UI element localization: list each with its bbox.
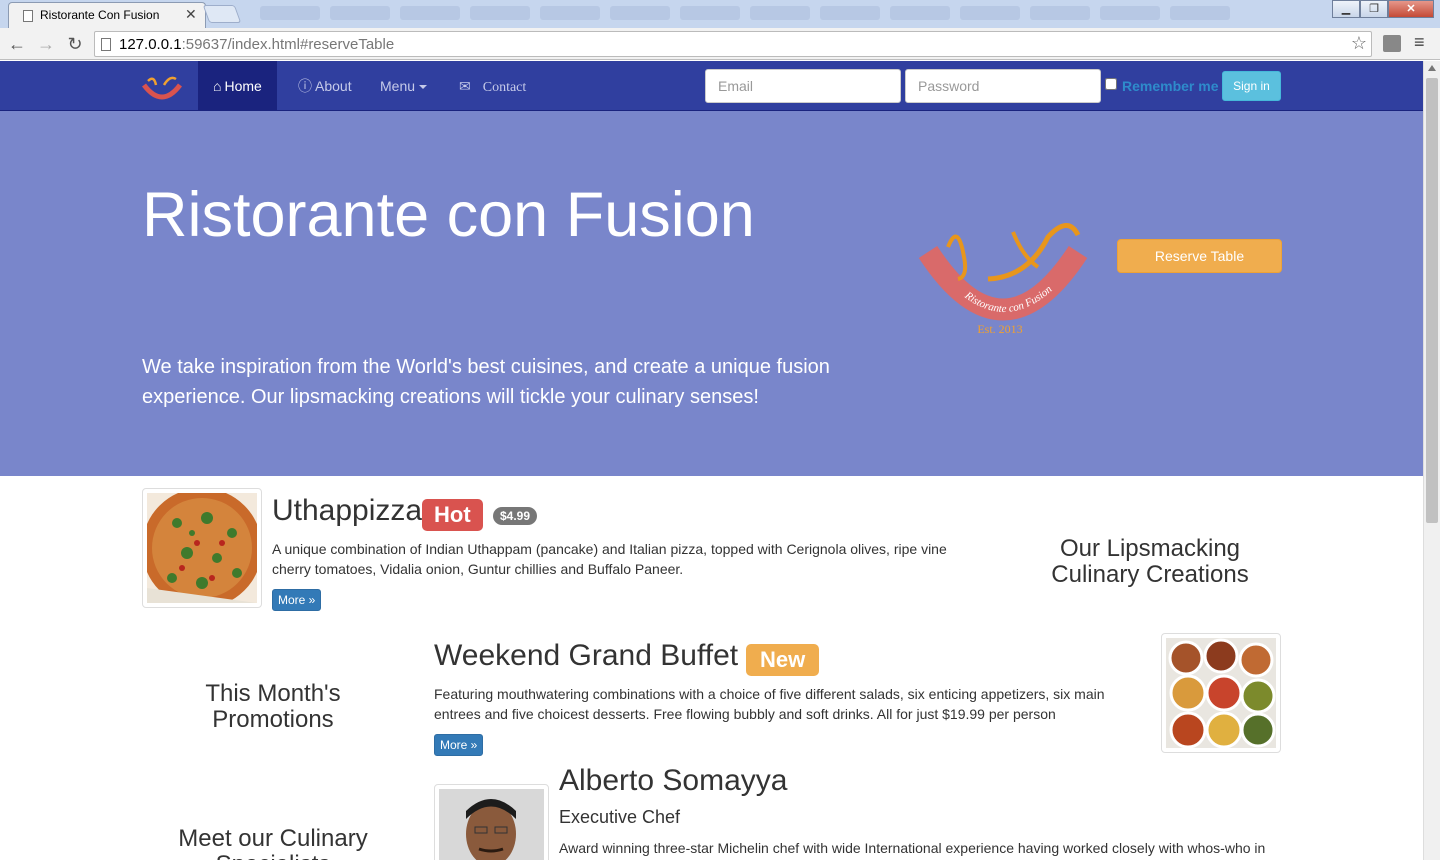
vertical-scrollbar[interactable]: [1423, 61, 1440, 860]
price-badge: $4.99: [493, 507, 538, 525]
hot-label: Hot: [422, 499, 483, 531]
background-tab[interactable]: [820, 6, 880, 20]
chef-photo: [434, 784, 549, 860]
nav-home[interactable]: ⌂ Home: [198, 61, 277, 111]
remember-me[interactable]: Remember me: [1105, 78, 1219, 94]
restaurant-logo: Ristorante con Fusion Est. 2013: [918, 223, 1088, 336]
new-tab-button[interactable]: [202, 5, 242, 23]
window-controls: ▁ ❐ ✕: [1332, 0, 1434, 20]
minimize-button[interactable]: ▁: [1332, 0, 1360, 18]
svg-text:Est. 2013: Est. 2013: [977, 322, 1022, 336]
browser-tabstrip: Ristorante Con Fusion ✕ ▁ ❐ ✕: [0, 0, 1440, 28]
forward-arrow-icon[interactable]: →: [35, 33, 57, 55]
more-button[interactable]: More »: [434, 734, 484, 756]
back-arrow-icon[interactable]: ←: [6, 33, 28, 55]
email-field[interactable]: [705, 69, 901, 103]
brand-logo[interactable]: [142, 73, 182, 103]
maximize-button[interactable]: ❐: [1360, 0, 1388, 18]
chef-title: Executive Chef: [559, 807, 681, 827]
buffet-image: [1161, 633, 1281, 753]
dish-description: A unique combination of Indian Uthappam …: [272, 541, 947, 577]
dish-name: Uthappizza: [272, 494, 423, 527]
page-title: Ristorante con Fusion: [142, 180, 755, 250]
promotion-description: Featuring mouthwatering combinations wit…: [434, 686, 1105, 722]
background-tab[interactable]: [260, 6, 320, 20]
jumbotron: Ristorante con Fusion We take inspiratio…: [0, 111, 1423, 476]
background-tab[interactable]: [610, 6, 670, 20]
browser-toolbar: ← → ↻ 127.0.0.1:59637/index.html#reserve…: [0, 28, 1440, 60]
extension-icon[interactable]: [1383, 35, 1401, 52]
more-button[interactable]: More »: [272, 589, 322, 611]
background-tab[interactable]: [330, 6, 390, 20]
background-tab[interactable]: [750, 6, 810, 20]
page-viewport: ⌂Home ⓘAbout Menu ✉Contact Remember me S…: [0, 61, 1423, 860]
sign-in-button[interactable]: Sign in: [1222, 71, 1281, 101]
chef-name: Alberto Somayya: [559, 764, 788, 797]
nav-contact[interactable]: ✉ Contact: [459, 61, 526, 111]
home-icon: ⌂: [213, 78, 222, 94]
background-tab[interactable]: [470, 6, 530, 20]
section-heading: Our Lipsmacking Culinary Creations: [1051, 535, 1249, 588]
info-icon: ⓘ: [298, 78, 312, 94]
background-tab[interactable]: [680, 6, 740, 20]
uthappizza-image: [142, 488, 262, 608]
reserve-table-button[interactable]: Reserve Table: [1117, 239, 1282, 273]
nav-menu-dropdown[interactable]: Menu: [380, 61, 428, 111]
password-field[interactable]: [905, 69, 1101, 103]
envelope-icon: ✉: [459, 78, 471, 94]
url-text[interactable]: 127.0.0.1:59637/index.html#reserveTable: [119, 36, 394, 53]
background-tab[interactable]: [890, 6, 950, 20]
nav-about[interactable]: ⓘ About: [298, 61, 352, 111]
tab-title: Ristorante Con Fusion: [40, 8, 160, 22]
close-window-button[interactable]: ✕: [1388, 0, 1434, 18]
section-heading: This Month's Promotions: [205, 680, 341, 733]
bookmark-star-icon[interactable]: ☆: [1351, 33, 1367, 54]
background-tab[interactable]: [1030, 6, 1090, 20]
reload-icon[interactable]: ↻: [64, 33, 86, 55]
background-tab[interactable]: [400, 6, 460, 20]
scrollbar-thumb[interactable]: [1426, 78, 1438, 523]
address-bar[interactable]: 127.0.0.1:59637/index.html#reserveTable …: [94, 31, 1372, 57]
background-tab[interactable]: [540, 6, 600, 20]
promotion-name: Weekend Grand Buffet: [434, 639, 739, 672]
remember-me-checkbox[interactable]: [1105, 78, 1117, 90]
page-icon: [101, 38, 111, 51]
page-icon: [23, 10, 33, 22]
tab-close-icon[interactable]: ✕: [185, 6, 197, 23]
scroll-up-arrow-icon[interactable]: [1428, 65, 1436, 71]
caret-down-icon: [419, 85, 428, 90]
chef-description: Award winning three-star Michelin chef w…: [559, 840, 1266, 856]
section-heading: Meet our Culinary Specialists: [178, 825, 368, 860]
jumbotron-tagline: We take inspiration from the World's bes…: [142, 356, 830, 408]
new-label: New: [746, 644, 820, 676]
background-tab[interactable]: [1100, 6, 1160, 20]
background-tab[interactable]: [1170, 6, 1230, 20]
browser-tab[interactable]: Ristorante Con Fusion ✕: [8, 2, 206, 28]
navbar: ⌂Home ⓘAbout Menu ✉Contact Remember me S…: [0, 61, 1423, 111]
background-tab[interactable]: [960, 6, 1020, 20]
hamburger-menu-icon[interactable]: ≡: [1414, 32, 1425, 53]
